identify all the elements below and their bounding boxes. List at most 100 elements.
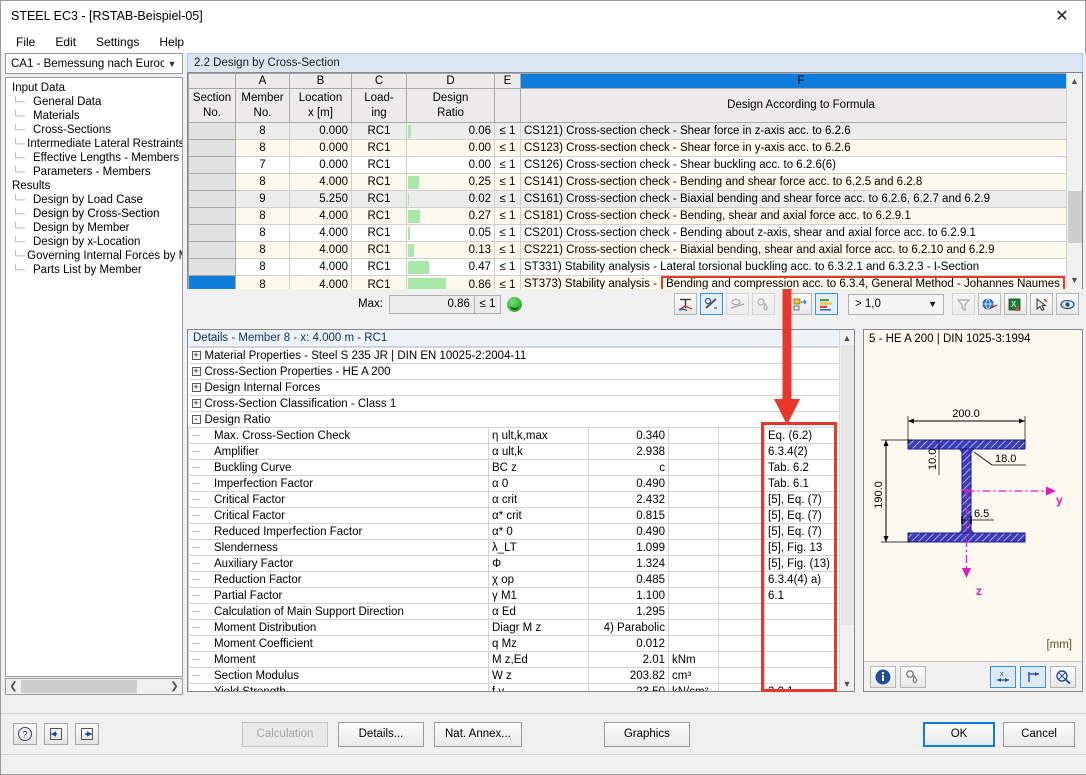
result-drop-icon[interactable] [752,293,775,315]
cell-section-no[interactable] [188,207,236,225]
details-group-design-ratio[interactable]: - Design Ratio [188,411,840,428]
scrollbar-thumb[interactable] [841,345,854,625]
menu-item-edit[interactable]: Edit [46,33,85,51]
collapse-icon[interactable]: - [191,414,201,424]
details-group-design-internal-forces[interactable]: + Design Internal Forces [188,379,840,396]
cell-section-no[interactable] [188,258,236,276]
design-case-combo[interactable]: CA1 - Bemessung nach Eurocode ▼ [5,53,183,74]
scroll-right-icon[interactable]: ❯ [167,681,182,692]
next-module-icon[interactable] [75,723,99,745]
details-group-row[interactable]: + Cross-Section Classification - Class 1 [188,395,840,412]
member-view-icon[interactable] [700,293,723,315]
scroll-down-icon[interactable]: ▼ [840,676,854,691]
axis-system-icon[interactable] [1020,665,1046,688]
sidebar-item-cross-sections[interactable]: └─ Cross-Sections [6,123,182,137]
tree-root-results[interactable]: Results [6,179,182,193]
eye-visibility-icon[interactable] [1056,293,1079,315]
details-vertical-scrollbar[interactable]: ▲ ▼ [839,330,854,691]
scrollbar-thumb[interactable] [21,680,137,693]
pointer-select-icon[interactable] [1030,293,1053,315]
expand-icon[interactable]: + [191,350,201,360]
sidebar-item-materials[interactable]: └─ Materials [6,109,182,123]
funnel-filter-icon[interactable] [952,293,975,315]
table-row[interactable]: 8 4.000 RC1 0.47 ≤ 1 ST331) Stability an… [188,258,1082,276]
cell-section-no[interactable] [188,241,236,259]
details-group-cross-section-classification[interactable]: + Cross-Section Classification - Class 1 [188,395,840,412]
col-letter-d[interactable]: D [406,73,495,89]
nat-annex-button[interactable]: Nat. Annex... [434,721,522,747]
sidebar-item-design-by-x-location[interactable]: └─ Design by x-Location [6,235,182,249]
zoom-fit-icon[interactable] [1050,665,1076,688]
expand-icon[interactable]: + [191,398,201,408]
table-row[interactable]: 8 4.000 RC1 0.25 ≤ 1 CS141) Cross-sectio… [188,173,1082,191]
excel-export-icon[interactable]: X [1004,293,1027,315]
table-row[interactable]: 8 4.000 RC1 0.13 ≤ 1 CS221) Cross-sectio… [188,241,1082,259]
relation-scale-icon[interactable] [789,293,812,315]
details-button[interactable]: Details... [338,721,424,747]
ok-button[interactable]: OK [923,721,995,747]
rfem-globe-icon[interactable] [978,293,1001,315]
sidebar-item-governing-internal-forces[interactable]: └─ Governing Internal Forces by M [6,249,182,263]
details-group-row[interactable]: + Design Internal Forces [188,379,840,396]
scroll-up-icon[interactable]: ▲ [840,330,854,345]
cell-section-no[interactable] [188,173,236,191]
col-letter-c[interactable]: C [351,73,407,89]
cell-section-no[interactable] [188,122,236,140]
scroll-down-icon[interactable]: ▼ [1067,272,1082,288]
sidebar-item-design-by-member[interactable]: └─ Design by Member [6,221,182,235]
sidebar-item-intermediate-lateral-restraints[interactable]: └─ Intermediate Lateral Restraints [6,137,182,151]
dimension-x-icon[interactable]: x [990,665,1016,688]
table-row[interactable]: 8 0.000 RC1 0.06 ≤ 1 CS121) Cross-sectio… [188,122,1082,140]
menu-item-settings[interactable]: Settings [87,33,148,51]
col-letter-f[interactable]: F [520,73,1082,89]
sidebar-item-parameters-members[interactable]: └─ Parameters - Members [6,165,182,179]
menu-item-file[interactable]: File [7,33,44,51]
cancel-button[interactable]: Cancel [1003,721,1075,747]
table-row[interactable]: 9 5.250 RC1 0.02 ≤ 1 CS161) Cross-sectio… [188,190,1082,208]
expand-icon[interactable]: + [191,382,201,392]
col-letter-e[interactable]: E [494,73,521,89]
cell-section-no[interactable] [188,139,236,157]
info-icon[interactable] [870,665,896,688]
navigator-horizontal-scrollbar[interactable]: ❮ ❯ [5,678,183,695]
calculation-button[interactable]: Calculation [242,721,328,747]
sidebar-item-design-by-load-case[interactable]: └─ Design by Load Case [6,193,182,207]
sidebar-item-design-by-cross-section[interactable]: └─ Design by Cross-Section [6,207,182,221]
table-row[interactable]: 8 0.000 RC1 0.00 ≤ 1 CS123) Cross-sectio… [188,139,1082,157]
help-question-icon[interactable]: ? [13,723,37,745]
table-row[interactable]: 8 4.000 RC1 0.27 ≤ 1 CS181) Cross-sectio… [188,207,1082,225]
sidebar-item-parts-list-by-member[interactable]: └─ Parts List by Member [6,263,182,277]
colored-bars-icon[interactable] [815,293,838,315]
details-group-cross-section-properties[interactable]: + Cross-Section Properties - HE A 200 [188,363,840,380]
close-icon[interactable]: ✕ [1039,1,1085,31]
details-group-row[interactable]: - Design Ratio [188,411,840,428]
table-row[interactable]: 8 4.000 RC1 0.05 ≤ 1 CS201) Cross-sectio… [188,224,1082,242]
scrollbar-thumb[interactable] [1068,191,1082,243]
scroll-up-icon[interactable]: ▲ [1067,73,1082,89]
table-row[interactable]: 7 0.000 RC1 0.00 ≤ 1 CS126) Cross-sectio… [188,156,1082,174]
col-letter-a[interactable]: A [235,73,290,89]
cell-section-no[interactable] [188,224,236,242]
tree-root-input-data[interactable]: Input Data [6,81,182,95]
cell-section-no[interactable] [188,156,236,174]
menu-item-help[interactable]: Help [150,33,193,51]
render-drop-icon[interactable] [900,665,926,688]
details-group-row[interactable]: + Material Properties - Steel S 235 JR | … [188,347,840,364]
col-letter-b[interactable]: B [289,73,352,89]
expand-icon[interactable]: + [191,366,201,376]
ratio-filter-combo[interactable]: > 1,0 ▼ [848,293,944,315]
scroll-left-icon[interactable]: ❮ [6,681,21,692]
graphics-button[interactable]: Graphics [603,721,690,747]
cell-section-no[interactable] [188,190,236,208]
section-view-icon[interactable] [674,293,697,315]
previous-module-icon[interactable] [44,723,68,745]
sidebar-item-general-data[interactable]: └─ General Data [6,95,182,109]
details-value: 0.340 [588,427,669,444]
details-group-material-properties[interactable]: + Material Properties - Steel S 235 JR | … [188,347,840,364]
sidebar-item-effective-lengths-members[interactable]: └─ Effective Lengths - Members [6,151,182,165]
details-group-row[interactable]: + Cross-Section Properties - HE A 200 [188,363,840,380]
grid-vertical-scrollbar[interactable]: ▲ ▼ [1066,73,1082,288]
details-row: ─ Reduction Factor χ op 0.485 6.3.4(4) a) [188,571,841,588]
location-view-icon[interactable] [726,293,749,315]
col-letter-blank[interactable] [188,73,236,89]
